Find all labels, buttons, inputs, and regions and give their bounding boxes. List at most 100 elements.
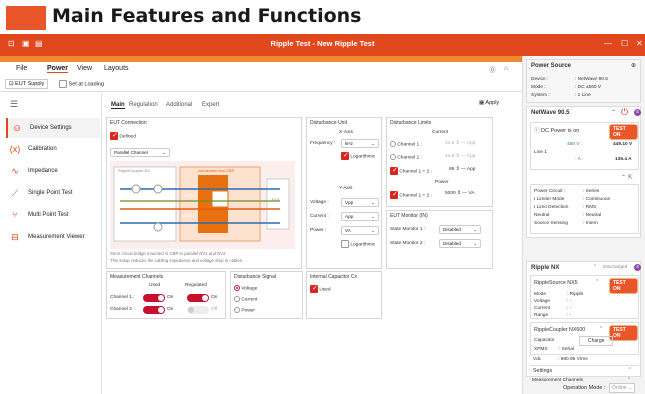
capacitor-used-label: Used — [319, 287, 331, 293]
power-unit-select[interactable]: VA ⌄ — [341, 226, 379, 235]
voltage-unit-select[interactable]: Vpp ⌄ — [341, 198, 379, 207]
chevron-up-icon[interactable]: ⌃ ⇱ — [621, 174, 633, 181]
menu-file[interactable]: File — [16, 65, 27, 72]
limit-ch2-radio[interactable] — [390, 154, 396, 160]
ch2-used-toggle[interactable] — [143, 306, 165, 314]
log-x-toggle[interactable]: Logarithmic — [341, 151, 375, 160]
device-value: : NetWave 90.5 — [575, 77, 608, 82]
set-at-loading-toggle[interactable]: Set at Loading — [59, 80, 104, 88]
limit-ch12-checkbox[interactable] — [390, 166, 398, 175]
unit-app: App — [466, 154, 476, 159]
limit-ch2-toggle[interactable]: Channel 2 : — [390, 154, 422, 160]
menu-layouts[interactable]: Layouts — [104, 65, 129, 72]
chevron-up-icon[interactable]: ⌃ — [593, 265, 597, 270]
defined-checkbox[interactable] — [110, 131, 118, 140]
home-icon[interactable]: ⌂ — [504, 65, 508, 72]
power-limit-input[interactable]: 5000 ⇕ — VA — [445, 191, 475, 196]
eut-supply-button[interactable]: ⊡ EUT Supply — [5, 79, 49, 89]
eut-connection-title: EUT Connection — [110, 120, 147, 126]
menu-view[interactable]: View — [77, 65, 92, 72]
disturbance-unit-title: Disturbance Unit — [310, 120, 347, 126]
bridge — [211, 190, 229, 208]
power-limit-checkbox[interactable] — [390, 190, 398, 199]
title-bar: ⊡ ▣ ▤ Ripple Test - New Ripple Test — ☐ … — [0, 34, 645, 56]
signal-current-option[interactable]: Current — [234, 296, 257, 302]
capacitor-used-toggle[interactable]: Used — [310, 284, 331, 293]
line1-label: Line 1 — [534, 150, 548, 155]
current-unit-select[interactable]: App ⌄ — [341, 212, 379, 221]
minimize-icon[interactable]: — — [604, 39, 612, 48]
box-label: connection box CBP — [198, 168, 235, 173]
system-value: : 1 Line — [575, 93, 591, 98]
ch2-regulated-toggle[interactable] — [187, 306, 209, 314]
chevron-up-icon[interactable]: ⌃ — [611, 109, 616, 116]
ripple-source-test-on-button[interactable]: TEST ON — [609, 278, 638, 294]
limit-ch1-toggle[interactable]: Channel 1 : — [390, 141, 422, 147]
menu-power[interactable]: Power — [47, 65, 69, 73]
limit-ch2-value: 44.5 — [445, 154, 455, 159]
test-on-button[interactable]: TEST ON — [609, 124, 638, 140]
power-unit-value: VA — [345, 228, 351, 233]
chevron-up-icon[interactable]: ⌃ — [628, 368, 632, 373]
charge-button[interactable]: Charge — [579, 336, 614, 346]
nav-calibration[interactable]: (x) Calibration — [6, 139, 100, 159]
ch1-regulated-toggle[interactable] — [187, 294, 209, 302]
limit-ch1-input[interactable]: 44.5 ⇕ — App — [445, 141, 475, 146]
signal-voltage-radio[interactable] — [234, 285, 240, 291]
signal-power-label: Power — [241, 308, 255, 314]
limit-ch12-toggle[interactable]: Channel 1 + 2 : — [390, 166, 432, 175]
alert-icon: ⓘ — [534, 128, 540, 134]
defined-toggle[interactable]: Defined — [110, 131, 136, 140]
nav-measurement-viewer[interactable]: ⊟ Measurement Viewer — [6, 227, 100, 247]
voltage-setpoint: 450 V : — [567, 142, 583, 147]
limit-ch1-radio[interactable] — [390, 141, 396, 147]
capacitor-used-checkbox[interactable] — [310, 284, 318, 293]
signal-power-option[interactable]: Power — [234, 307, 255, 313]
log-y-toggle[interactable]: Logarithmic — [341, 240, 375, 248]
tab-main[interactable]: Main — [111, 102, 125, 109]
maximize-icon[interactable]: ☐ — [621, 39, 628, 48]
eut-monitor-title: EUT Monitor (IN) — [390, 213, 428, 219]
power-heading: Power — [435, 180, 449, 185]
tab-additional[interactable]: Additional — [166, 102, 192, 108]
single-point-icon: ⟋ — [11, 187, 19, 198]
help-icon[interactable]: ⓪ — [489, 65, 496, 75]
nav-device-settings[interactable]: ⊙ Device Settings — [6, 118, 100, 138]
frequency-select[interactable]: kHz ⌄ — [341, 139, 379, 148]
nav-label: Single Point Test — [28, 190, 73, 196]
tab-regulation[interactable]: Regulation — [129, 102, 158, 108]
state-monitor-1-value: Disabled — [443, 227, 461, 232]
hamburger-icon[interactable]: ☰ — [10, 99, 18, 110]
state-monitor-1-select[interactable]: Disabled ⌄ — [439, 225, 481, 234]
impedance-icon: ∿ — [11, 165, 19, 176]
xpms-value: : Serial — [559, 347, 574, 352]
capacitor-label: Capacitor — [534, 338, 555, 343]
signal-current-radio[interactable] — [234, 296, 240, 302]
chevron-up-icon[interactable]: ⌃ — [595, 280, 599, 285]
eut-mode-select[interactable]: Parallel Channel ⌄ — [110, 148, 170, 157]
close-icon[interactable]: ✕ — [636, 39, 643, 48]
chevron-up-icon[interactable]: ⌃ — [599, 327, 603, 332]
apply-button[interactable]: ▦ Apply — [479, 100, 499, 106]
limit-ch12-input[interactable]: 89 ⇕ — App — [449, 167, 475, 172]
power-icon[interactable]: ⏻ — [621, 107, 628, 118]
ch1-used-toggle[interactable] — [143, 294, 165, 302]
nav-single-point-test[interactable]: ⟋ Single Point Test — [6, 183, 100, 203]
limit-ch12-value: 89 — [449, 167, 455, 172]
signal-power-radio[interactable] — [234, 307, 240, 313]
set-at-loading-checkbox[interactable] — [59, 80, 67, 88]
signal-voltage-option[interactable]: Voltage — [234, 285, 257, 291]
power-limit-toggle[interactable]: Channel 1 + 2 : — [390, 190, 432, 199]
measurement-channels-panel: Measurement Channels Used Regulated Chan… — [106, 271, 226, 319]
tab-expert[interactable]: Expert — [202, 102, 219, 108]
operation-mode-select[interactable]: Online ⌄ — [609, 383, 636, 393]
state-monitor-2-select[interactable]: Disabled ⌄ — [439, 239, 481, 248]
netwave-card: NetWave 90.5 ⌃ ⏻ S ⓘ DC Power is on TEST… — [526, 106, 641, 238]
log-y-checkbox[interactable] — [341, 240, 349, 248]
chevron-down-icon: ⌄ — [162, 150, 166, 155]
limit-ch2-input[interactable]: 44.5 ⇕ — App — [445, 154, 475, 159]
current-setpoint: - A : — [575, 157, 584, 162]
log-x-checkbox[interactable] — [341, 151, 349, 160]
nav-impedance[interactable]: ∿ Impedance — [6, 161, 100, 181]
nav-multi-point-test[interactable]: ⑂ Multi Point Test — [6, 205, 100, 225]
